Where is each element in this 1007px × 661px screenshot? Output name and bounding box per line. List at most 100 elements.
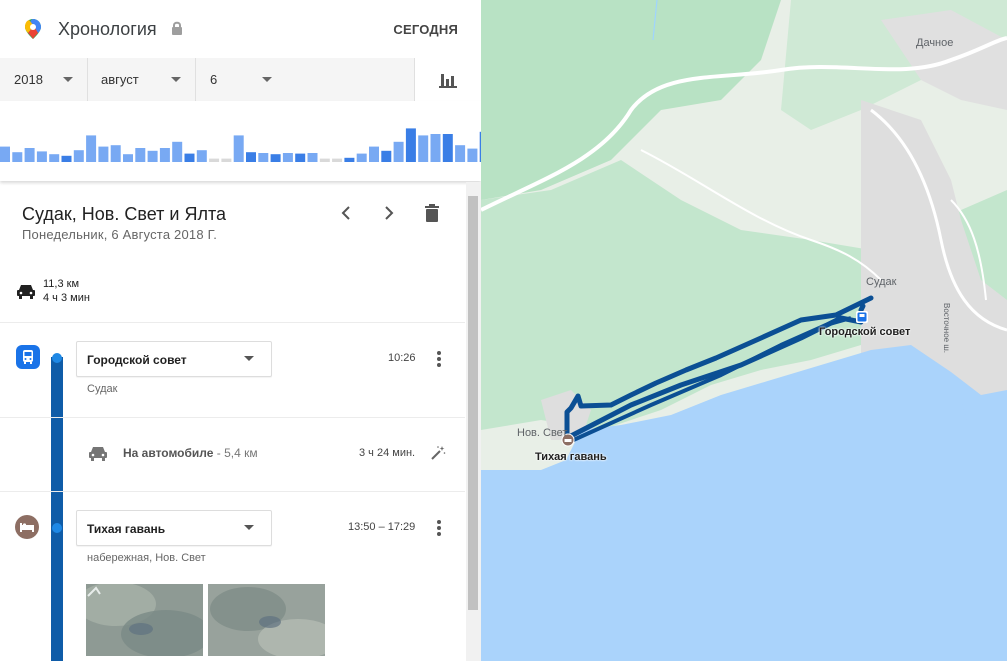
histogram-bar[interactable] [381, 150, 392, 162]
maps-pin-logo-icon [25, 19, 41, 39]
chevron-down-icon [171, 77, 181, 82]
move-mode: На автомобиле - 5,4 км [123, 446, 258, 460]
timeline-route-line [51, 357, 63, 661]
more-vert-icon[interactable] [431, 518, 447, 538]
place-time: 10:26 [388, 352, 416, 364]
histogram-bar[interactable] [282, 153, 293, 162]
histogram-bar[interactable] [319, 158, 330, 162]
histogram-bar[interactable] [455, 145, 466, 162]
histogram-bar[interactable] [12, 152, 23, 162]
histogram-bar[interactable] [196, 150, 207, 162]
car-icon [89, 447, 107, 461]
histogram-bar[interactable] [221, 158, 232, 162]
map-label-vostochnoe: Восточное ш. [942, 303, 951, 353]
activity-histogram[interactable] [0, 101, 481, 181]
magic-wand-icon[interactable] [430, 445, 446, 461]
place-select-gorsovet[interactable]: Городской совет [76, 341, 272, 377]
map-label-dachnoe: Дачное [916, 37, 954, 49]
map-label-gorsovet[interactable]: Городской совет [819, 326, 910, 338]
histogram-bar[interactable] [442, 134, 453, 162]
histogram-bar[interactable] [430, 134, 441, 162]
histogram-bar[interactable] [135, 148, 146, 162]
map-view[interactable]: Дачное Судак Восточное ш. Городской сове… [481, 0, 1007, 661]
histogram-bar[interactable] [246, 152, 256, 162]
histogram-bar[interactable] [295, 153, 306, 162]
bus-stop-icon [16, 345, 40, 369]
summary-distance: 11,3 км [43, 278, 80, 290]
histogram-bar[interactable] [393, 141, 404, 162]
histogram-bar[interactable] [332, 158, 343, 162]
chevron-down-icon [262, 77, 272, 82]
histogram-bar[interactable] [123, 154, 133, 162]
histogram-bar[interactable] [24, 148, 35, 162]
divider [0, 322, 465, 323]
stats-button[interactable] [414, 58, 481, 101]
map-label-tikhaya-gavan[interactable]: Тихая гавань [535, 451, 607, 463]
histogram-bar[interactable] [172, 141, 183, 162]
place-name: Городской совет [87, 353, 187, 367]
trash-icon[interactable] [420, 201, 444, 225]
month-select[interactable]: август [87, 58, 196, 101]
histogram-bar[interactable] [233, 135, 244, 162]
histogram-bar[interactable] [418, 135, 429, 162]
bar-chart-icon [439, 74, 457, 88]
histogram-bar[interactable] [356, 153, 367, 162]
histogram-bar[interactable] [405, 128, 416, 162]
histogram-chart[interactable] [0, 101, 481, 181]
divider [0, 491, 465, 492]
month-value: август [101, 72, 139, 87]
day-value: 6 [210, 72, 218, 87]
timeline-dot [52, 523, 62, 533]
place-name: Тихая гавань [87, 522, 166, 536]
photo-thumbnail[interactable] [86, 584, 203, 656]
histogram-bar[interactable] [0, 146, 10, 162]
chevron-down-icon [63, 77, 73, 82]
histogram-bar[interactable] [270, 154, 281, 162]
histogram-bar[interactable] [467, 148, 478, 162]
photo-thumbnail[interactable] [208, 584, 325, 656]
histogram-bar[interactable] [159, 148, 170, 162]
histogram-bar[interactable] [86, 135, 97, 162]
day-title: Судак, Нов. Свет и Ялта [22, 204, 226, 224]
year-select[interactable]: 2018 [0, 58, 88, 101]
histogram-bar[interactable] [307, 153, 318, 162]
histogram-bar[interactable] [369, 146, 379, 162]
map-canvas[interactable] [481, 0, 1007, 661]
histogram-bar[interactable] [110, 145, 121, 162]
hotel-bed-icon [15, 515, 39, 539]
histogram-bar[interactable] [98, 146, 109, 162]
histogram-bar[interactable] [184, 153, 195, 162]
histogram-bar[interactable] [61, 155, 72, 162]
bus-stop-marker[interactable] [856, 311, 868, 323]
day-select[interactable]: 6 [196, 58, 414, 101]
place-locality: Судак [87, 383, 118, 395]
histogram-bar[interactable] [73, 150, 84, 162]
summary-duration: 4 ч 3 мин [43, 292, 90, 304]
day-date: Понедельник, 6 Августа 2018 Г. [22, 227, 218, 242]
more-vert-icon[interactable] [431, 349, 447, 369]
place-time: 13:50 – 17:29 [348, 521, 416, 533]
date-selectors: 2018 август 6 [0, 58, 481, 102]
histogram-bar[interactable] [36, 151, 47, 162]
map-label-nov-svet: Нов. Свет [517, 427, 568, 439]
car-icon [17, 285, 35, 299]
histogram-bar[interactable] [258, 153, 269, 162]
chevron-left-icon[interactable] [334, 201, 358, 225]
place-select-tikhaya-gavan[interactable]: Тихая гавань [76, 510, 272, 546]
move-distance: - 5,4 км [213, 446, 258, 460]
today-button[interactable]: СЕГОДНЯ [393, 22, 458, 37]
chevron-right-icon[interactable] [377, 201, 401, 225]
divider [0, 417, 465, 418]
year-value: 2018 [14, 72, 43, 87]
histogram-bar[interactable] [344, 157, 355, 162]
page-title: Хронология [58, 19, 157, 39]
histogram-bar[interactable] [209, 158, 220, 162]
scrollbar[interactable] [466, 182, 481, 661]
timeline-panel: Хронология СЕГОДНЯ 2018 август 6 Судак, … [0, 0, 481, 661]
scrollbar-thumb[interactable] [468, 196, 478, 610]
move-mode-label: На автомобиле [123, 446, 214, 460]
lock-icon [172, 21, 182, 35]
histogram-bar[interactable] [147, 150, 158, 162]
move-duration: 3 ч 24 мин. [359, 447, 416, 459]
histogram-bar[interactable] [49, 154, 60, 162]
